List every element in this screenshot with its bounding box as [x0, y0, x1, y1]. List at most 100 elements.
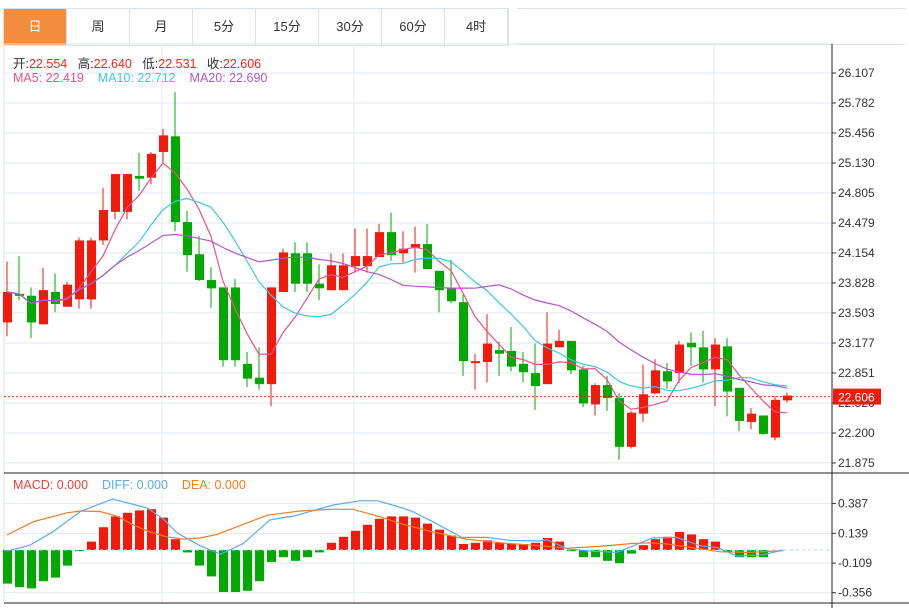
ma-info: MA5: 22.419 MA10: 22.712 MA20: 22.690 — [13, 71, 267, 85]
y-tick-label: 23.503 — [838, 306, 875, 320]
y-tick-label: 22.200 — [838, 426, 875, 440]
candle-up — [111, 174, 120, 212]
close-label: 收: — [206, 57, 223, 71]
candle-up — [771, 399, 780, 438]
low-label: 低: — [142, 57, 159, 71]
candle-up — [375, 232, 384, 258]
candle-down — [519, 363, 528, 373]
candle-up — [639, 394, 648, 414]
macd-bar — [495, 542, 504, 550]
macd-bar — [219, 550, 228, 592]
macd-bar — [351, 530, 360, 550]
macd-bar — [327, 542, 336, 550]
macd-panel — [3, 498, 832, 592]
y-tick-label: 25.782 — [838, 96, 875, 110]
kline-chart[interactable]: 26.107 25.782 25.456 25.130 24.805 24.479 24.1… — [0, 0, 909, 608]
macd-bar — [471, 542, 480, 550]
macd-bar — [267, 550, 276, 562]
macd-bar — [3, 550, 12, 584]
macd-bar — [39, 550, 48, 582]
candle-down — [579, 369, 588, 404]
macd-bar — [255, 550, 264, 582]
open-label: 开: — [13, 57, 29, 71]
ohlc-info: 开:22.554 高:22.640 低:22.531 收:22.606 — [13, 53, 261, 72]
candle-up — [363, 256, 372, 267]
macd-bar — [99, 527, 108, 550]
candle-down — [723, 346, 732, 392]
macd-info: MACD: 0.000 DIFF: 0.000 DEA: 0.000 — [13, 478, 246, 492]
candle-down — [255, 377, 264, 385]
macd-y-tick-label: -0.356 — [838, 586, 872, 600]
macd-bar — [447, 535, 456, 550]
macd-bar — [375, 518, 384, 550]
ma5-value: MA5: 22.419 — [13, 71, 84, 85]
macd-y-tick-label: -0.109 — [838, 556, 872, 570]
macd-bar — [627, 550, 636, 554]
candle-up — [159, 135, 168, 152]
macd-bar — [531, 542, 540, 550]
macd-y-tick-label: 0.387 — [838, 497, 868, 511]
candle-down — [687, 342, 696, 348]
open-value: 22.554 — [28, 57, 68, 71]
y-tick-label: 22.851 — [838, 366, 875, 380]
low-value: 22.531 — [158, 57, 197, 71]
candle-down — [447, 288, 456, 302]
candle-up — [483, 343, 492, 363]
high-label: 高: — [77, 57, 94, 71]
macd-bar — [291, 550, 300, 561]
macd-bar — [507, 544, 516, 550]
candle-up — [39, 290, 48, 325]
candle-up — [555, 340, 564, 348]
candle-down — [243, 363, 252, 379]
candle-up — [747, 413, 756, 422]
macd-bar — [651, 539, 660, 550]
diff-value: DIFF: 0.000 — [101, 478, 168, 492]
macd-y-tick-label: 0.139 — [838, 526, 868, 540]
ma20-line — [6, 233, 788, 389]
y-tick-label: 25.456 — [838, 126, 875, 140]
candle-up — [123, 174, 132, 212]
candle-down — [495, 350, 504, 354]
y-tick-label: 24.479 — [838, 216, 875, 230]
y-tick-label: 21.875 — [838, 456, 875, 470]
y-tick-label: 24.805 — [838, 186, 875, 200]
dea-value: DEA: 0.000 — [181, 478, 246, 492]
ma10-value: MA10: 22.712 — [97, 71, 176, 85]
high-value: 22.640 — [93, 57, 132, 71]
candle-up — [327, 265, 336, 291]
candle-up — [675, 344, 684, 374]
macd-bar — [339, 536, 348, 550]
candle-down — [615, 397, 624, 447]
ma20-value: MA20: 22.690 — [189, 71, 268, 85]
candle-down — [207, 280, 216, 289]
macd-bar — [423, 523, 432, 550]
candle-up — [651, 370, 660, 394]
candle-down — [759, 415, 768, 434]
candle-down — [507, 350, 516, 367]
macd-bar — [87, 541, 96, 550]
candle-up — [267, 287, 276, 385]
y-tick-label: 23.177 — [838, 336, 875, 350]
macd-bar — [171, 539, 180, 550]
candle-down — [51, 292, 60, 304]
candle-down — [567, 340, 576, 371]
macd-bar — [747, 550, 756, 558]
macd-bar — [639, 545, 648, 550]
ma10-line — [6, 197, 788, 392]
candle-down — [135, 175, 144, 179]
macd-bar — [15, 550, 24, 588]
candle-up — [471, 361, 480, 364]
macd-bar — [243, 550, 252, 591]
candle-down — [735, 387, 744, 422]
candle-up — [87, 240, 96, 300]
candle-down — [183, 221, 192, 256]
candle-down — [27, 295, 36, 323]
candle-up — [99, 210, 108, 241]
candle-down — [171, 136, 180, 222]
macd-bar — [135, 510, 144, 550]
candle-up — [627, 412, 636, 447]
macd-bar — [51, 550, 60, 578]
candle-down — [195, 254, 204, 281]
macd-bar — [675, 532, 684, 550]
candle-up — [351, 256, 360, 267]
